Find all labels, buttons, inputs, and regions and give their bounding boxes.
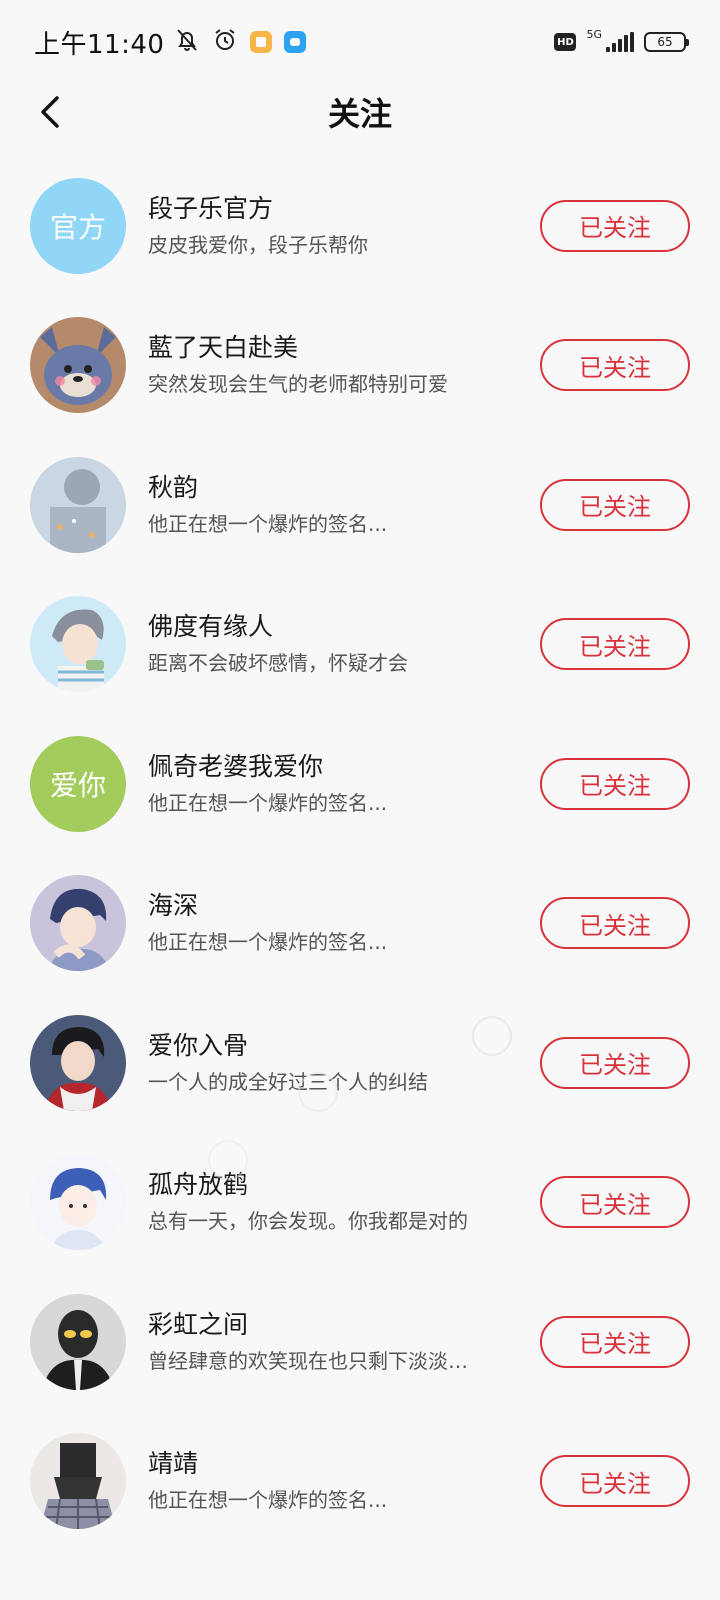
user-signature: 他正在想一个爆炸的签名...: [148, 511, 388, 536]
avatar[interactable]: [30, 1154, 126, 1251]
app-notification-icon: [250, 31, 273, 53]
page-header: 关注: [0, 84, 720, 140]
status-left-icons: [174, 27, 307, 57]
network-type-label: 5G: [586, 27, 602, 41]
status-time: 上午11:40: [34, 29, 165, 60]
followed-button[interactable]: 已关注: [540, 897, 690, 950]
avatar[interactable]: [30, 875, 126, 972]
follow-list-item[interactable]: 官方 段子乐官方 皮皮我爱你，段子乐帮你 已关注: [0, 156, 720, 296]
status-right-icons: HD 5G 65: [554, 28, 689, 52]
followed-button[interactable]: 已关注: [540, 1036, 690, 1089]
user-info: 海深 他正在想一个爆炸的签名...: [148, 889, 528, 957]
follow-list-item[interactable]: 彩虹之间 曾经肆意的欢笑现在也只剩下淡淡… 已关注: [0, 1272, 720, 1412]
user-info: 秋韵 他正在想一个爆炸的签名...: [148, 471, 528, 539]
touch-ripple: [472, 1016, 512, 1056]
user-info: 孤舟放鹤 总有一天，你会发现。你我都是对的: [148, 1168, 528, 1236]
avatar-text: 爱你: [49, 768, 106, 802]
chevron-left-icon: [41, 96, 59, 128]
hd-badge: HD: [554, 33, 577, 51]
avatar[interactable]: [30, 596, 126, 693]
user-info: 佩奇老婆我爱你 他正在想一个爆炸的签名...: [148, 750, 528, 818]
message-app-icon: [284, 31, 307, 53]
battery-icon: 65: [644, 32, 689, 52]
user-name: 靖靖: [148, 1449, 199, 1479]
followed-button[interactable]: 已关注: [540, 618, 690, 671]
followed-button[interactable]: 已关注: [540, 1315, 690, 1368]
user-name: 藍了天白赴美: [148, 333, 299, 363]
avatar[interactable]: [30, 1433, 126, 1530]
follow-list-item[interactable]: 秋韵 他正在想一个爆炸的签名... 已关注: [0, 435, 720, 575]
user-name: 爱你入骨: [148, 1030, 249, 1060]
follow-list-item[interactable]: 藍了天白赴美 突然发现会生气的老师都特别可爱 已关注: [0, 296, 720, 436]
user-signature: 总有一天，你会发现。你我都是对的: [148, 1209, 468, 1234]
user-signature: 突然发现会生气的老师都特别可爱: [148, 372, 448, 397]
follow-list-item[interactable]: 靖靖 他正在想一个爆炸的签名... 已关注: [0, 1412, 720, 1552]
user-signature: 距离不会破坏感情，怀疑才会: [148, 651, 408, 676]
followed-button[interactable]: 已关注: [540, 199, 690, 252]
user-signature: 他正在想一个爆炸的签名...: [148, 1488, 388, 1513]
user-signature: 他正在想一个爆炸的签名...: [148, 930, 388, 955]
follow-list-item[interactable]: 孤舟放鹤 总有一天，你会发现。你我都是对的 已关注: [0, 1133, 720, 1273]
user-name: 彩虹之间: [148, 1309, 249, 1339]
user-signature: 他正在想一个爆炸的签名...: [148, 790, 388, 815]
user-info: 靖靖 他正在想一个爆炸的签名...: [148, 1447, 528, 1515]
touch-ripple: [208, 1140, 248, 1180]
avatar-text: 官方: [49, 210, 106, 244]
user-info: 段子乐官方 皮皮我爱你，段子乐帮你: [148, 192, 528, 260]
follow-list-item[interactable]: 爱你入骨 一个人的成全好过三个人的纠结 已关注: [0, 993, 720, 1133]
user-signature: 皮皮我爱你，段子乐帮你: [148, 232, 368, 257]
follow-list: 官方 段子乐官方 皮皮我爱你，段子乐帮你 已关注 藍了天白赴美 突然发现会生气的…: [0, 156, 720, 1551]
user-info: 藍了天白赴美 突然发现会生气的老师都特别可爱: [148, 331, 528, 399]
avatar[interactable]: 官方: [30, 177, 126, 274]
avatar[interactable]: [30, 1014, 126, 1111]
avatar[interactable]: [30, 317, 126, 414]
page-title: 关注: [327, 95, 392, 133]
followed-button[interactable]: 已关注: [540, 1455, 690, 1508]
followed-button[interactable]: 已关注: [540, 757, 690, 810]
follow-list-item[interactable]: 爱你 佩奇老婆我爱你 他正在想一个爆炸的签名... 已关注: [0, 714, 720, 854]
follow-list-item[interactable]: 海深 他正在想一个爆炸的签名... 已关注: [0, 854, 720, 994]
followed-button[interactable]: 已关注: [540, 339, 690, 392]
user-name: 孤舟放鹤: [148, 1170, 249, 1200]
user-info: 爱你入骨 一个人的成全好过三个人的纠结: [148, 1029, 528, 1097]
user-signature: 曾经肆意的欢笑现在也只剩下淡淡…: [148, 1348, 468, 1373]
user-name: 佛度有缘人: [148, 612, 274, 642]
touch-ripple: [298, 1072, 338, 1112]
mute-bell-icon: [174, 27, 200, 57]
user-info: 佛度有缘人 距离不会破坏感情，怀疑才会: [148, 610, 528, 678]
followed-button[interactable]: 已关注: [540, 478, 690, 531]
user-name: 海深: [148, 891, 199, 921]
followed-button[interactable]: 已关注: [540, 1176, 690, 1229]
battery-level: 65: [657, 35, 673, 49]
back-button[interactable]: [26, 88, 74, 136]
user-name: 佩奇老婆我爱你: [148, 751, 324, 781]
avatar[interactable]: [30, 1293, 126, 1390]
follow-list-item[interactable]: 佛度有缘人 距离不会破坏感情，怀疑才会 已关注: [0, 575, 720, 715]
signal-strength-icon: [606, 32, 634, 52]
status-bar: 上午11:40 HD 5G 65: [0, 0, 720, 84]
alarm-icon: [212, 27, 238, 57]
avatar[interactable]: 爱你: [30, 735, 126, 832]
user-name: 秋韵: [148, 472, 199, 502]
user-name: 段子乐官方: [148, 193, 274, 223]
avatar[interactable]: [30, 456, 126, 553]
user-info: 彩虹之间 曾经肆意的欢笑现在也只剩下淡淡…: [148, 1308, 528, 1376]
